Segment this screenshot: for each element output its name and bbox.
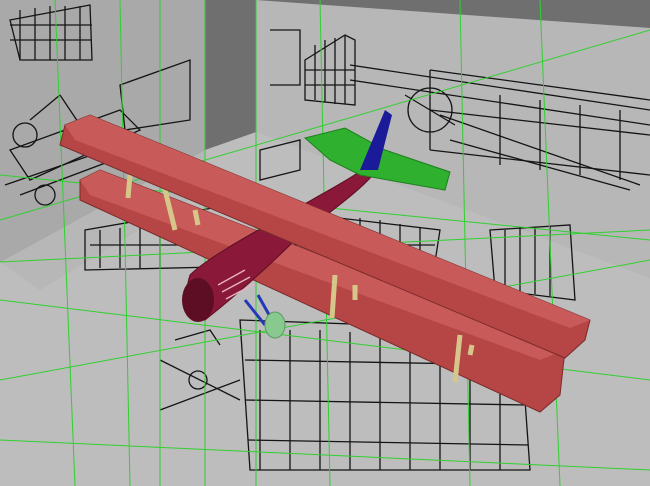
- engine-cowling: [182, 278, 214, 322]
- viewport-canvas[interactable]: [0, 0, 650, 486]
- wheel: [264, 311, 286, 339]
- 3d-viewport[interactable]: [0, 0, 650, 486]
